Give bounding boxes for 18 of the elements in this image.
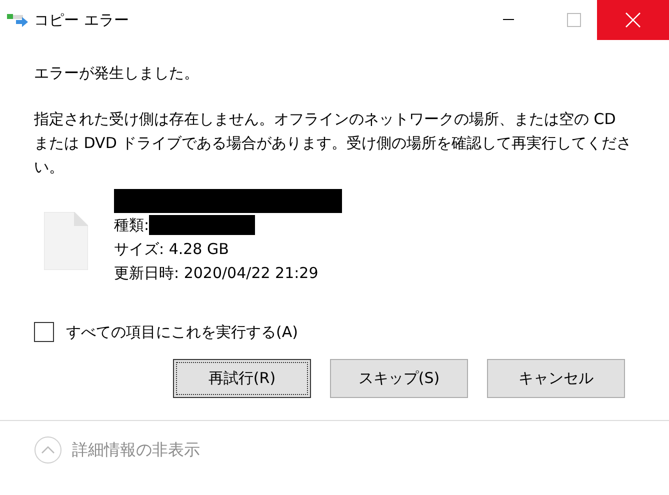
file-type-label: 種類: [114,214,150,236]
file-modified: 更新日時: 2020/04/22 21:29 [114,262,320,284]
copy-icon [7,13,30,27]
file-icon [44,212,88,270]
chevron-icon [34,436,62,464]
dialog-button[interactable]: スキップ(S) [330,359,468,398]
error-heading: エラーが発生しました。 [34,63,200,84]
close-button[interactable] [597,0,669,40]
maximize-icon [567,13,581,27]
dialog-button[interactable]: キャンセル [487,359,625,398]
minimize-icon [502,19,514,21]
checkbox[interactable] [34,322,54,342]
error-message: 指定された受け側は存在しません。オフラインのネットワークの場所、または空の CD または DVD ドライブである場合があります。受け側の場所を確認して再実行してください。 [34,108,633,178]
dialog-button[interactable]: 再試行(R) [173,359,311,398]
close-icon [625,12,641,28]
checkbox-label: すべての項目にこれを実行する(A) [66,322,298,342]
window-title: コピー エラー [34,10,129,31]
file-size: サイズ: 4.28 GB [114,238,230,260]
